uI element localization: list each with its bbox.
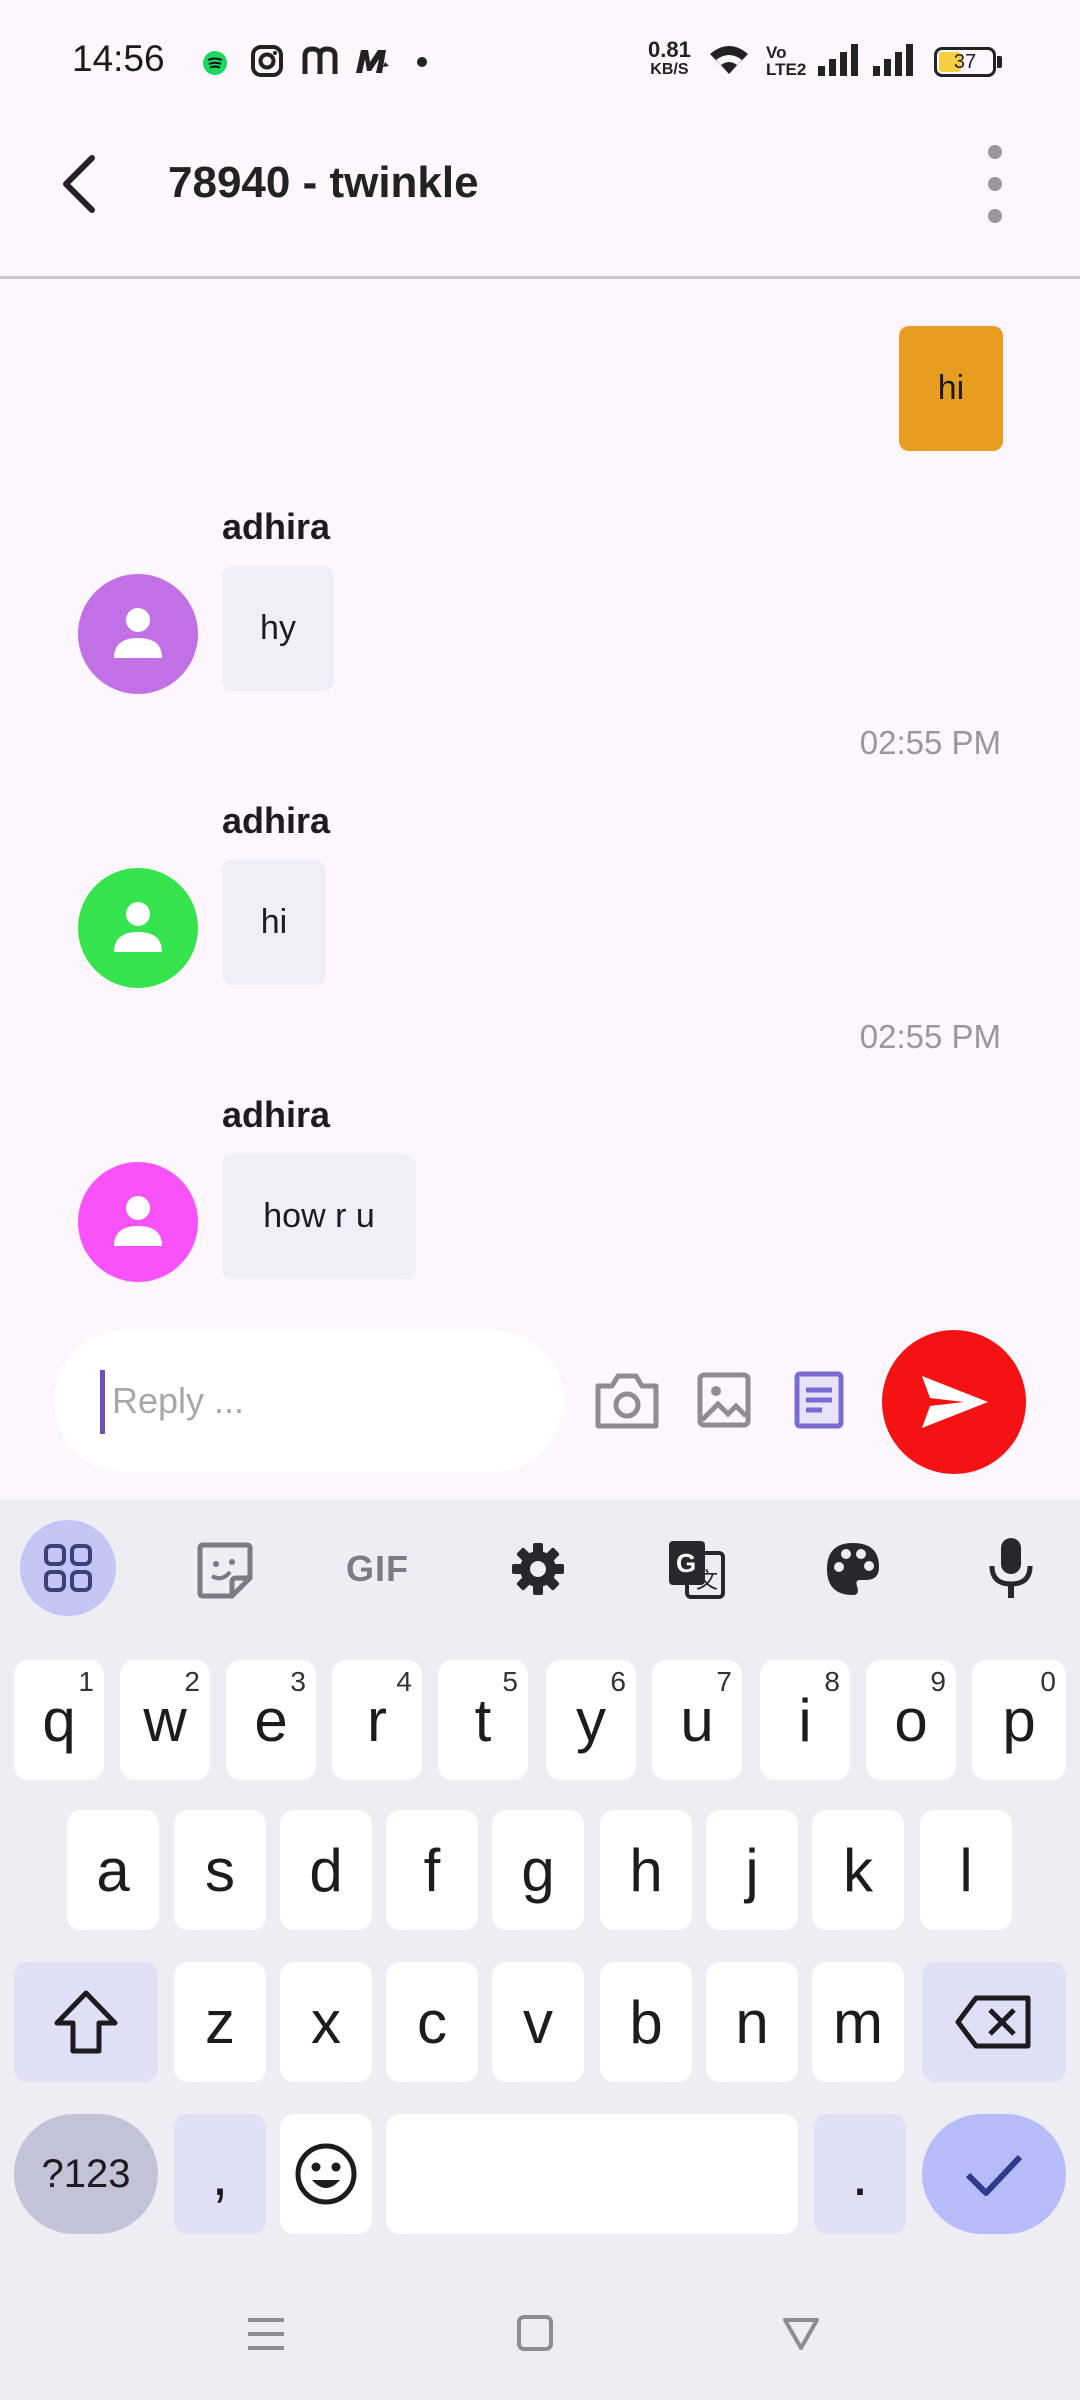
more-vert-icon[interactable] [978, 142, 1012, 232]
avatar[interactable] [78, 1162, 198, 1282]
keyboard [0, 1500, 1080, 2400]
palette-icon[interactable] [824, 1540, 882, 1598]
person-icon [114, 608, 162, 658]
key-w[interactable]: w2 [120, 1660, 210, 1780]
shift-icon [54, 1990, 118, 2054]
mic-icon[interactable] [988, 1536, 1034, 1600]
sender-name: adhira [222, 800, 331, 841]
key-x[interactable]: x [280, 1962, 372, 2082]
key-k[interactable]: k [812, 1810, 904, 1930]
key-g[interactable]: g [492, 1810, 584, 1930]
avatar[interactable] [78, 868, 198, 988]
apps-grid-icon [44, 1544, 92, 1592]
signal-icon [818, 44, 858, 76]
message-time: 02:55 PM [859, 724, 1001, 761]
apps-grid-button[interactable] [20, 1520, 116, 1616]
emoji-key[interactable] [280, 2114, 372, 2234]
translate-icon[interactable]: G文 [666, 1538, 726, 1600]
person-icon [114, 1196, 162, 1246]
chat-title: 78940 - twinkle [168, 158, 479, 207]
gif-icon[interactable]: GIF [346, 1548, 409, 1590]
key-j[interactable]: j [706, 1810, 798, 1930]
key-m[interactable]: m [812, 1962, 904, 2082]
home-nav-icon[interactable] [516, 2314, 554, 2352]
key-t[interactable]: t5 [438, 1660, 528, 1780]
message-time: 02:55 PM [859, 1018, 1001, 1055]
text-cursor [100, 1370, 105, 1434]
key-i[interactable]: i8 [760, 1660, 850, 1780]
period-key[interactable]: . [814, 2114, 906, 2234]
key-e[interactable]: e3 [226, 1660, 316, 1780]
key-b[interactable]: b [600, 1962, 692, 2082]
outgoing-message-bubble[interactable]: hi [899, 326, 1003, 451]
comma-key[interactable]: , [174, 2114, 266, 2234]
svg-text:文: 文 [696, 1569, 718, 1594]
key-u[interactable]: u7 [652, 1660, 742, 1780]
incoming-message-bubble[interactable]: hy [222, 566, 334, 691]
key-z[interactable]: z [174, 1962, 266, 2082]
key-f[interactable]: f [386, 1810, 478, 1930]
chat-header: 78940 - twinkle [0, 120, 1080, 279]
emoji-icon [295, 2143, 357, 2205]
settings-icon[interactable] [510, 1541, 566, 1597]
spotify-icon [203, 51, 227, 75]
back-nav-icon[interactable] [782, 2316, 820, 2352]
person-icon [114, 902, 162, 952]
sender-name: adhira [222, 506, 331, 547]
enter-key[interactable] [922, 2114, 1066, 2234]
m-app-icon [302, 46, 338, 74]
reply-placeholder: Reply ... [112, 1380, 245, 1421]
wifi-icon [710, 46, 748, 74]
status-time: 14:56 [72, 38, 165, 79]
arrow-back-icon[interactable] [56, 150, 106, 220]
sticker-icon[interactable] [196, 1542, 254, 1600]
avatar[interactable] [78, 574, 198, 694]
key-c[interactable]: c [386, 1962, 478, 2082]
backspace-icon [955, 1995, 1031, 2049]
svg-text:G: G [676, 1548, 696, 1578]
instagram-icon [251, 45, 283, 77]
key-v[interactable]: v [492, 1962, 584, 2082]
notification-dot [417, 57, 427, 67]
key-n[interactable]: n [706, 1962, 798, 2082]
check-icon [965, 2154, 1023, 2196]
sender-name: adhira [222, 1094, 331, 1135]
signal-icon-2 [873, 44, 913, 76]
symbols-key[interactable]: ?123 [14, 2114, 158, 2234]
key-y[interactable]: y6 [546, 1660, 636, 1780]
key-o[interactable]: o9 [866, 1660, 956, 1780]
incoming-message-bubble[interactable]: hi [222, 860, 326, 985]
key-q[interactable]: q1 [14, 1660, 104, 1780]
battery-icon: 37 [934, 47, 996, 77]
reply-input[interactable]: Reply ... [54, 1330, 564, 1472]
key-s[interactable]: s [174, 1810, 266, 1930]
menu-nav-icon[interactable] [246, 2316, 286, 2352]
space-key[interactable] [386, 2114, 798, 2234]
key-p[interactable]: p0 [972, 1660, 1066, 1780]
document-icon[interactable] [794, 1370, 844, 1430]
mi-app-icon [356, 50, 389, 73]
shift-key[interactable] [14, 1962, 158, 2082]
key-r[interactable]: r4 [332, 1660, 422, 1780]
status-bar: 14:56 0.81 KB/S Vo LTE2 37 [0, 0, 1080, 120]
key-d[interactable]: d [280, 1810, 372, 1930]
backspace-key[interactable] [922, 1962, 1066, 2082]
volte-indicator: Vo LTE2 [766, 43, 807, 79]
incoming-message-bubble[interactable]: how r u [222, 1154, 416, 1279]
key-h[interactable]: h [600, 1810, 692, 1930]
send-button[interactable] [882, 1330, 1026, 1474]
key-a[interactable]: a [67, 1810, 159, 1930]
send-icon [922, 1376, 988, 1428]
camera-icon[interactable] [592, 1370, 662, 1432]
battery-tip [997, 56, 1002, 68]
image-icon[interactable] [696, 1370, 752, 1430]
network-speed: 0.81 KB/S [648, 37, 691, 79]
key-l[interactable]: l [920, 1810, 1012, 1930]
